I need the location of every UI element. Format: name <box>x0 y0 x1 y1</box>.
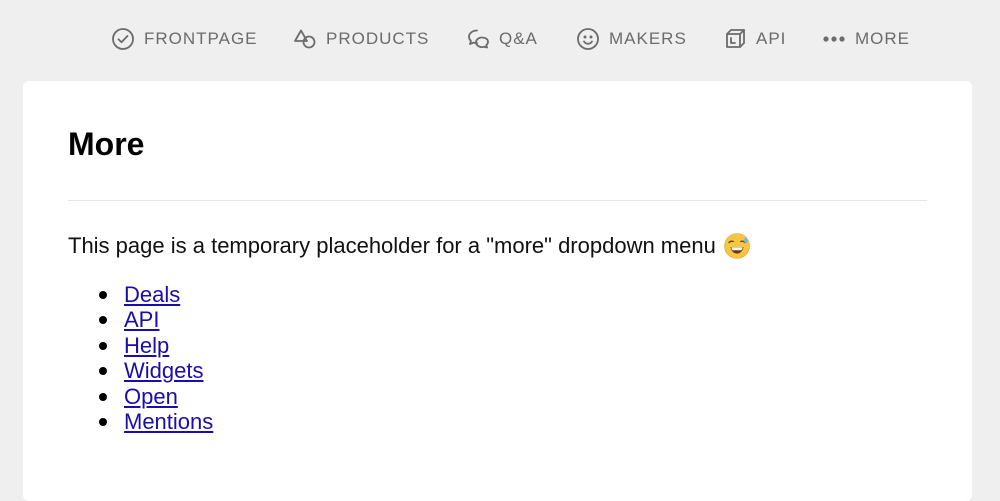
intro-text: This page is a temporary placeholder for… <box>68 233 750 259</box>
nav-item-products[interactable]: PRODUCTS <box>293 26 429 52</box>
grinning-sweat-emoji-icon <box>724 233 750 259</box>
list-item: API <box>98 307 213 332</box>
nav-item-frontpage[interactable]: FRONTPAGE <box>111 26 258 52</box>
intro-label: This page is a temporary placeholder for… <box>68 233 716 258</box>
content-card: More This page is a temporary placeholde… <box>23 81 972 501</box>
nav-item-label: Q&A <box>499 29 538 48</box>
smiley-icon <box>576 27 600 51</box>
nav-item-qa[interactable]: Q&A <box>466 26 538 52</box>
page-title: More <box>68 126 145 162</box>
nav-item-makers[interactable]: MAKERS <box>576 26 687 52</box>
nav-item-label: MORE <box>855 29 910 48</box>
more-links-list: Deals API Help Widgets Open Mentions <box>98 282 213 434</box>
link-widgets[interactable]: Widgets <box>124 358 203 383</box>
link-open[interactable]: Open <box>124 384 178 409</box>
nav-item-label: MAKERS <box>609 29 687 48</box>
list-item: Widgets <box>98 358 213 383</box>
list-item: Open <box>98 384 213 409</box>
nav-item-more[interactable]: MORE <box>822 26 910 52</box>
top-navigation: FRONTPAGE PRODUCTS Q&A MAKERS API MORE <box>0 0 1000 80</box>
link-help[interactable]: Help <box>124 333 169 358</box>
list-item: Deals <box>98 282 213 307</box>
link-mentions[interactable]: Mentions <box>124 409 213 434</box>
shapes-icon <box>293 27 317 51</box>
chat-bubbles-icon <box>466 27 490 51</box>
divider <box>68 200 927 201</box>
nav-item-label: FRONTPAGE <box>144 29 258 48</box>
check-circle-icon <box>111 27 135 51</box>
cube-icon <box>723 27 747 51</box>
list-item: Help <box>98 333 213 358</box>
more-dots-icon <box>822 27 846 51</box>
nav-item-label: PRODUCTS <box>326 29 430 48</box>
list-item: Mentions <box>98 409 213 434</box>
link-deals[interactable]: Deals <box>124 282 180 307</box>
nav-item-api[interactable]: API <box>723 26 786 52</box>
link-api[interactable]: API <box>124 307 159 332</box>
nav-item-label: API <box>756 29 787 48</box>
